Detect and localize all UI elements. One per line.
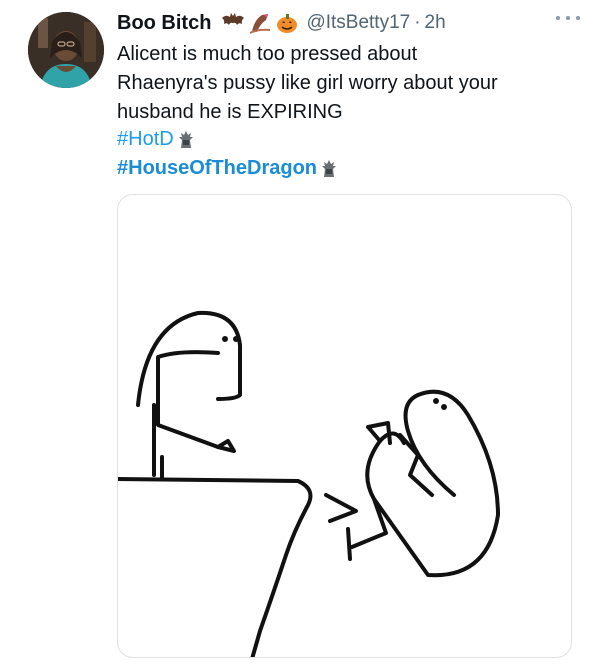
pumpkin-emoji-icon [277,14,298,33]
stick-figure-kick-drawing [118,310,500,657]
iron-throne-icon [178,130,193,148]
tweet-media-image[interactable] [117,194,572,658]
tweet-header: Boo Bitch @ItsBetty17 · 2h [117,8,580,38]
timestamp[interactable]: 2h [425,12,446,34]
hashtag-hotd[interactable]: #HotD [117,125,174,154]
tweet-text: Alicent is much too pressed about Rhaeny… [117,40,587,127]
user-handle[interactable]: @ItsBetty17 [306,12,410,34]
nail-polish-emoji-icon [249,14,271,34]
hashtags: #HotD #HouseOfTheDragon [117,125,339,183]
name-emojis [221,12,299,34]
more-options-icon[interactable] [556,10,580,26]
avatar[interactable] [28,12,104,88]
tweet-text-line: husband he is EXPIRING [117,101,343,123]
tweet-text-line: Alicent is much too pressed about [117,43,418,65]
tweet-text-line: Rhaenyra's pussy like girl worry about y… [117,72,498,94]
display-name[interactable]: Boo Bitch [117,12,211,35]
hashtag-houseofthedragon[interactable]: #HouseOfTheDragon [117,154,317,183]
separator-dot: · [414,12,421,33]
bat-emoji-icon [222,13,245,25]
iron-throne-icon [322,159,337,177]
